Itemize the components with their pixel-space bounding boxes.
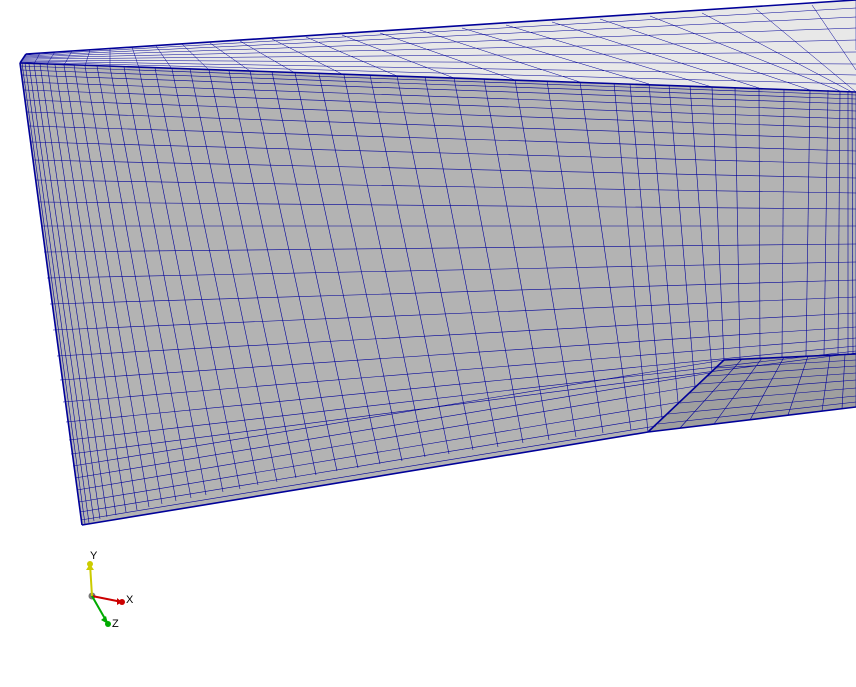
y-axis-label: Y bbox=[90, 550, 97, 562]
z-axis-label: Z bbox=[112, 618, 119, 630]
y-axis bbox=[86, 561, 94, 596]
z-axis bbox=[92, 596, 111, 627]
axis-triad-svg bbox=[70, 550, 150, 630]
mesh-front-face bbox=[20, 63, 856, 525]
x-axis-label: X bbox=[126, 594, 133, 606]
axis-triad[interactable]: X Y Z bbox=[70, 550, 150, 630]
